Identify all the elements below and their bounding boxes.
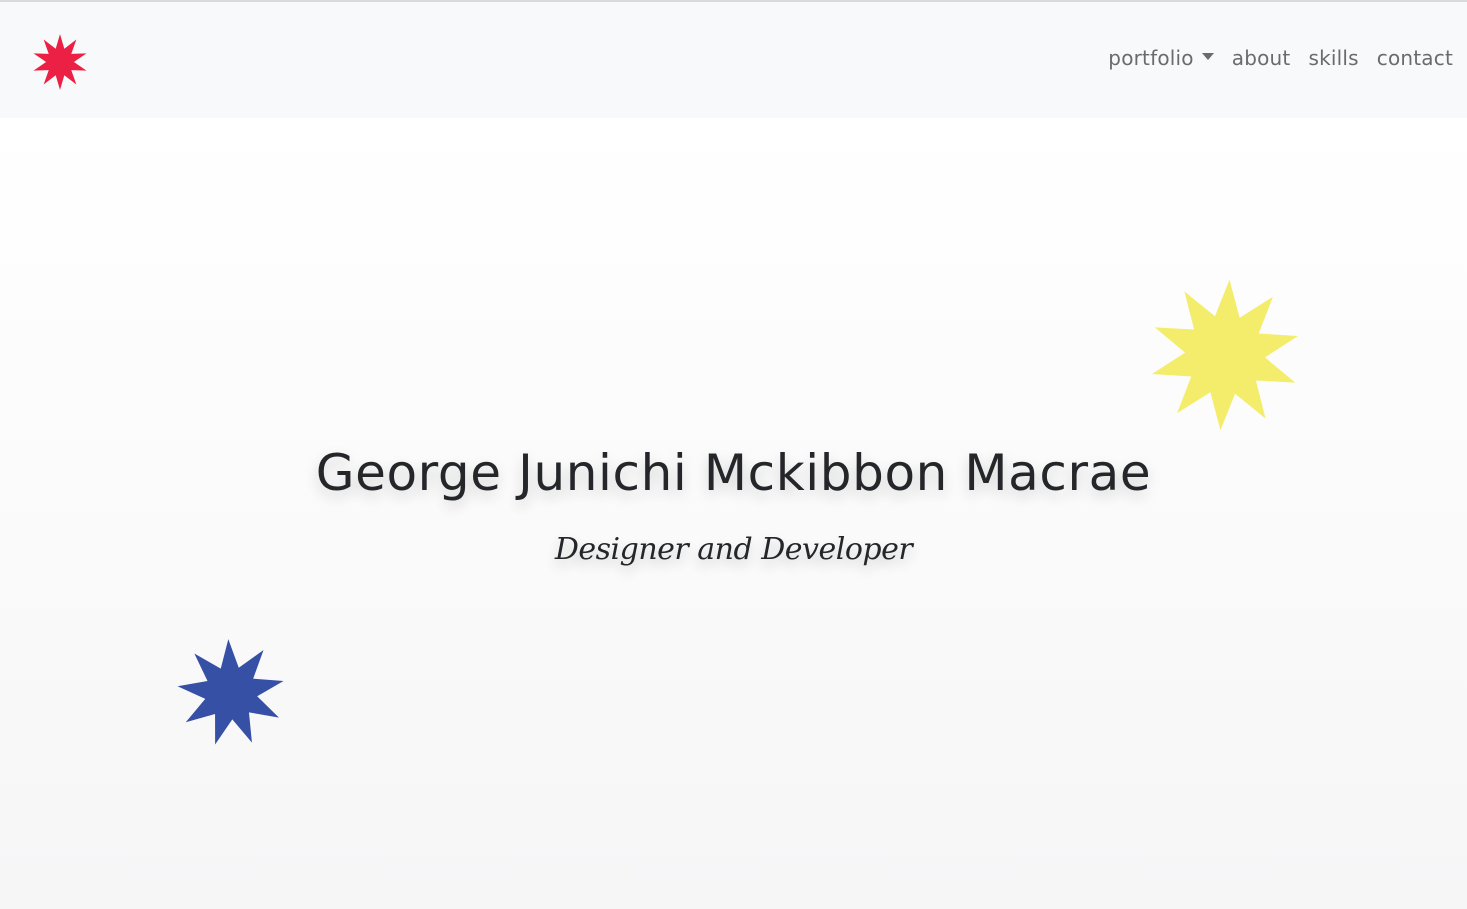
caret-down-icon[interactable] <box>1201 52 1214 60</box>
hero-section: George Junichi Mckibbon Macrae Designer … <box>0 118 1467 909</box>
nav-contact-link[interactable]: contact <box>1377 46 1453 70</box>
main-nav: portfolio about skills contact <box>1108 46 1453 70</box>
blue-starburst-icon <box>177 639 284 745</box>
hero-title: George Junichi Mckibbon Macrae <box>315 444 1152 502</box>
navbar: portfolio about skills contact <box>0 2 1467 118</box>
nav-about-link[interactable]: about <box>1232 46 1291 70</box>
portfolio-dropdown[interactable]: portfolio <box>1108 46 1214 70</box>
nav-portfolio-link[interactable]: portfolio <box>1108 46 1193 70</box>
hero-subtitle: Designer and Developer <box>554 532 913 567</box>
logo-starburst-icon[interactable] <box>31 33 89 91</box>
nav-skills-link[interactable]: skills <box>1308 46 1358 70</box>
yellow-starburst-icon <box>1151 279 1299 431</box>
